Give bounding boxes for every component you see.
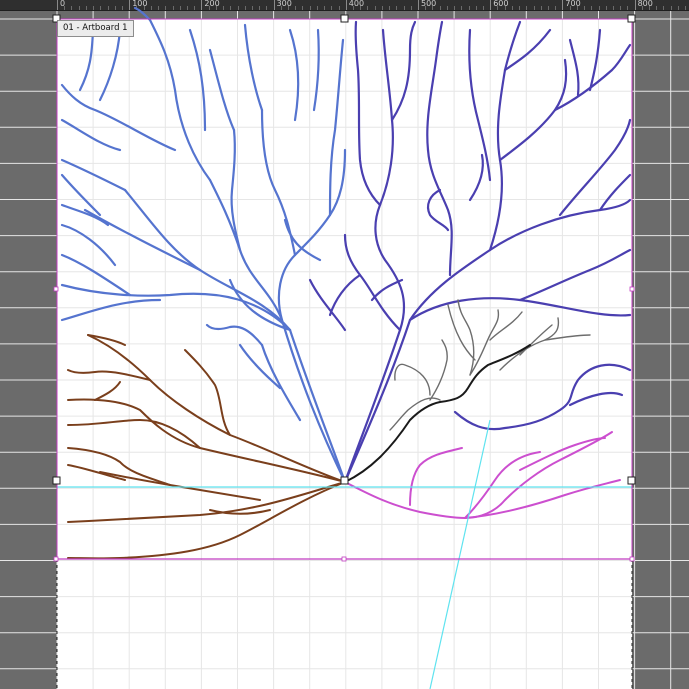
- blue-branches[interactable]: [60, 6, 347, 484]
- magenta-branches[interactable]: [344, 431, 621, 520]
- smart-guides: [57, 419, 632, 689]
- selection-handle-icon[interactable]: [627, 476, 636, 485]
- selection-handle-icon[interactable]: [340, 14, 349, 23]
- selection-handle-icon[interactable]: [340, 476, 349, 485]
- selection-handles[interactable]: [52, 14, 636, 485]
- selection-handle-icon[interactable]: [627, 14, 636, 23]
- artboard-tab-label[interactable]: 01 - Artboard 1: [57, 20, 134, 37]
- selection-handle-icon[interactable]: [52, 476, 61, 485]
- canvas[interactable]: [0, 0, 689, 689]
- black-branch[interactable]: [344, 344, 531, 483]
